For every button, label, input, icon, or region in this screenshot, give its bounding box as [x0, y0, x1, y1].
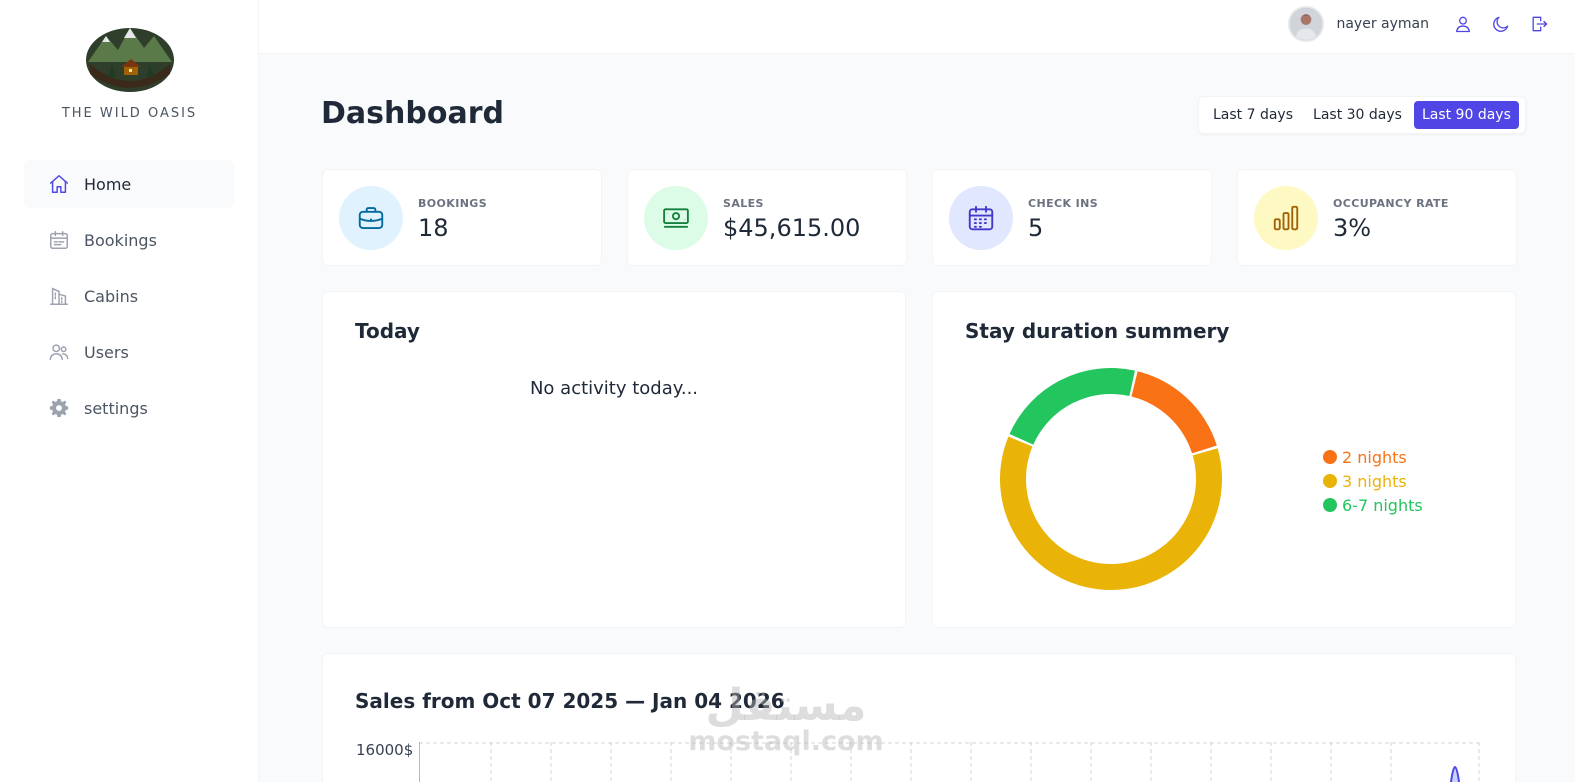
- stat-label: BOOKINGS: [418, 197, 488, 210]
- sidebar-item-home[interactable]: Home: [24, 160, 234, 208]
- users-icon: [49, 344, 69, 361]
- stat-check-ins: CHECK INS 5: [932, 169, 1212, 266]
- gear-icon: [49, 398, 69, 418]
- avatar[interactable]: [1288, 6, 1325, 42]
- sidebar-item-label: Users: [84, 342, 129, 362]
- stat-icon-circle: [644, 186, 708, 250]
- legend-item: 3 nights: [1323, 469, 1423, 493]
- sidebar-item-label: settings: [84, 398, 148, 418]
- legend-label: 6-7 nights: [1342, 495, 1423, 515]
- logout-button[interactable]: [1525, 10, 1553, 38]
- legend-swatch: [1323, 498, 1337, 512]
- donut-slice-2-nights[interactable]: [1131, 371, 1217, 454]
- legend-swatch: [1323, 474, 1337, 488]
- sales-area-chart: [419, 742, 1480, 782]
- building-icon: [50, 287, 68, 305]
- sidebar-item-cabins[interactable]: Cabins: [24, 272, 234, 320]
- sidebar: THE WILD OASIS Home Bookings Cabins User…: [0, 0, 259, 782]
- empty-state-text: No activity today...: [529, 378, 699, 399]
- user-icon: [1456, 16, 1470, 33]
- filter-last-7-days[interactable]: Last 7 days: [1205, 101, 1301, 129]
- moon-icon: [1493, 16, 1509, 32]
- sales-title: Sales from Oct 07 2025 — Jan 04 2026: [355, 689, 785, 713]
- legend-item: 2 nights: [1323, 445, 1423, 469]
- logo[interactable]: THE WILD OASIS: [0, 22, 259, 121]
- date-filter: Last 7 days Last 30 days Last 90 days: [1198, 96, 1526, 134]
- legend-label: 3 nights: [1342, 471, 1407, 491]
- stat-icon-circle: [339, 186, 403, 250]
- sidebar-item-users[interactable]: Users: [24, 328, 234, 376]
- main-nav: Home Bookings Cabins Users settings: [24, 160, 234, 440]
- donut-slice-6-7-nights[interactable]: [1009, 368, 1135, 445]
- stat-value: 5: [1028, 214, 1044, 242]
- calendar-days-icon: [968, 205, 994, 231]
- banknotes-icon: [663, 208, 689, 228]
- stat-value: 18: [418, 214, 449, 242]
- stat-label: CHECK INS: [1028, 197, 1099, 210]
- page-title: Dashboard: [321, 96, 504, 131]
- stay-duration-title: Stay duration summery: [965, 319, 1230, 343]
- user-menu: nayer ayman: [1288, 5, 1553, 43]
- sidebar-item-settings[interactable]: settings: [24, 384, 234, 432]
- sidebar-item-bookings[interactable]: Bookings: [24, 216, 234, 264]
- chart-legend: 2 nights 3 nights 6-7 nights: [1323, 445, 1423, 517]
- briefcase-icon: [358, 207, 384, 229]
- sidebar-item-label: Bookings: [84, 230, 157, 250]
- username: nayer ayman: [1336, 16, 1429, 32]
- stat-value: 3%: [1333, 214, 1372, 242]
- sidebar-item-label: Home: [84, 174, 132, 194]
- donut-chart: [1000, 368, 1222, 590]
- top-header: nayer ayman: [259, 0, 1575, 54]
- stay-duration-card: Stay duration summery 2 nights 3 nights …: [932, 291, 1516, 628]
- chart-bar-icon: [1273, 205, 1299, 231]
- today-card: Today No activity today...: [322, 291, 906, 628]
- stat-bookings: BOOKINGS 18: [322, 169, 602, 266]
- account-button[interactable]: [1449, 10, 1477, 38]
- logout-icon: [1532, 16, 1548, 32]
- donut-slice-3-nights[interactable]: [1000, 436, 1222, 590]
- stat-sales: SALES $45,615.00: [627, 169, 907, 266]
- home-icon: [50, 175, 68, 193]
- stat-icon-circle: [949, 186, 1013, 250]
- sidebar-item-label: Cabins: [84, 286, 139, 306]
- logo-icon: [85, 28, 174, 92]
- stat-label: SALES: [723, 197, 764, 210]
- brand-name: THE WILD OASIS: [61, 106, 198, 121]
- legend-swatch: [1323, 450, 1337, 464]
- avatar-image: [1290, 8, 1323, 40]
- stat-value: $45,615.00: [723, 214, 861, 242]
- calendar-icon: [50, 231, 68, 249]
- stat-occupancy-rate: OCCUPANCY RATE 3%: [1237, 169, 1517, 266]
- filter-last-30-days[interactable]: Last 30 days: [1305, 101, 1410, 129]
- y-axis-tick: 16000$: [356, 741, 414, 759]
- dark-mode-toggle[interactable]: [1487, 10, 1515, 38]
- legend-label: 2 nights: [1342, 447, 1407, 467]
- stat-label: OCCUPANCY RATE: [1333, 197, 1449, 210]
- filter-last-90-days[interactable]: Last 90 days: [1413, 101, 1519, 129]
- today-title: Today: [355, 319, 420, 343]
- stat-icon-circle: [1254, 186, 1318, 250]
- legend-item: 6-7 nights: [1323, 493, 1423, 517]
- sales-card: Sales from Oct 07 2025 — Jan 04 2026 160…: [322, 653, 1516, 782]
